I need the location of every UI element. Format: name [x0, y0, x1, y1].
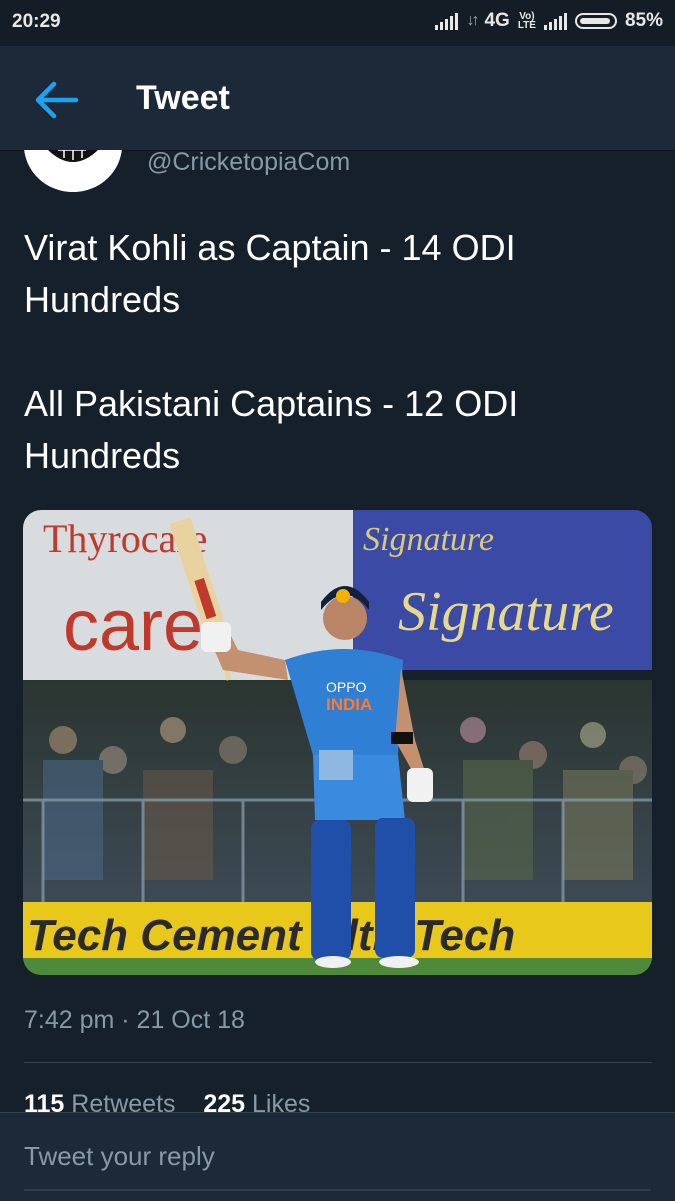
tweet-detail: @CricketopiaCom Virat Kohli as Captain -… [0, 150, 675, 1112]
status-bar: 20:29 ↓↑ 4G Vo) LTE 85% [0, 0, 675, 46]
sponsor-left-big-text: care [63, 586, 203, 666]
cricket-ball-logo-icon [24, 150, 122, 192]
sponsor-right-text: Signature [363, 521, 494, 558]
reply-input-underline [24, 1189, 651, 1191]
network-type: 4G [484, 10, 510, 31]
status-time: 20:29 [12, 11, 61, 32]
tweet-timestamp: 7:42 pm · 21 Oct 18 [24, 1006, 245, 1034]
divider [24, 1062, 652, 1063]
jersey-brand-text: OPPO [326, 679, 367, 695]
likes-stat[interactable]: 225 Likes [203, 1090, 310, 1112]
volte-icon: Vo) LTE [517, 11, 536, 31]
cricketer-photo: Thyrocare care Signature Signature Tech … [23, 510, 652, 975]
retweets-count: 115 [24, 1090, 65, 1112]
battery-icon [574, 13, 617, 29]
jersey-team-text: INDIA [326, 695, 372, 714]
back-arrow-icon [35, 81, 79, 119]
app-header: Tweet [0, 46, 675, 151]
signal-icon [435, 12, 459, 30]
tweet-line-2: All Pakistani Captains - 12 ODI Hundreds [24, 383, 519, 476]
retweets-label: Retweets [71, 1090, 176, 1112]
page-title: Tweet [136, 79, 230, 117]
sponsor-right-big-text: Signature [398, 581, 614, 643]
reply-bar: Tweet your reply [0, 1112, 675, 1201]
likes-count: 225 [203, 1090, 246, 1112]
tweet-stats: 115 Retweets 225 Likes [24, 1090, 310, 1112]
tweet-text: Virat Kohli as Captain - 14 ODI Hundreds… [24, 222, 644, 482]
status-icons: ↓↑ 4G Vo) LTE 85% [435, 10, 663, 32]
retweets-stat[interactable]: 115 Retweets [24, 1090, 176, 1112]
author-handle[interactable]: @CricketopiaCom [147, 150, 350, 177]
back-button[interactable] [34, 80, 80, 120]
avatar[interactable] [24, 150, 122, 192]
battery-percent: 85% [624, 10, 663, 31]
likes-label: Likes [251, 1090, 311, 1112]
reply-input[interactable]: Tweet your reply [24, 1141, 215, 1172]
signal-icon-2 [543, 12, 567, 30]
data-transfer-icon: ↓↑ [466, 12, 479, 29]
ad-board-text: Tech Cement UltraTech [27, 911, 515, 960]
tweet-photo[interactable]: Thyrocare care Signature Signature Tech … [23, 510, 652, 975]
tweet-line-1: Virat Kohli as Captain - 14 ODI Hundreds [24, 227, 516, 320]
